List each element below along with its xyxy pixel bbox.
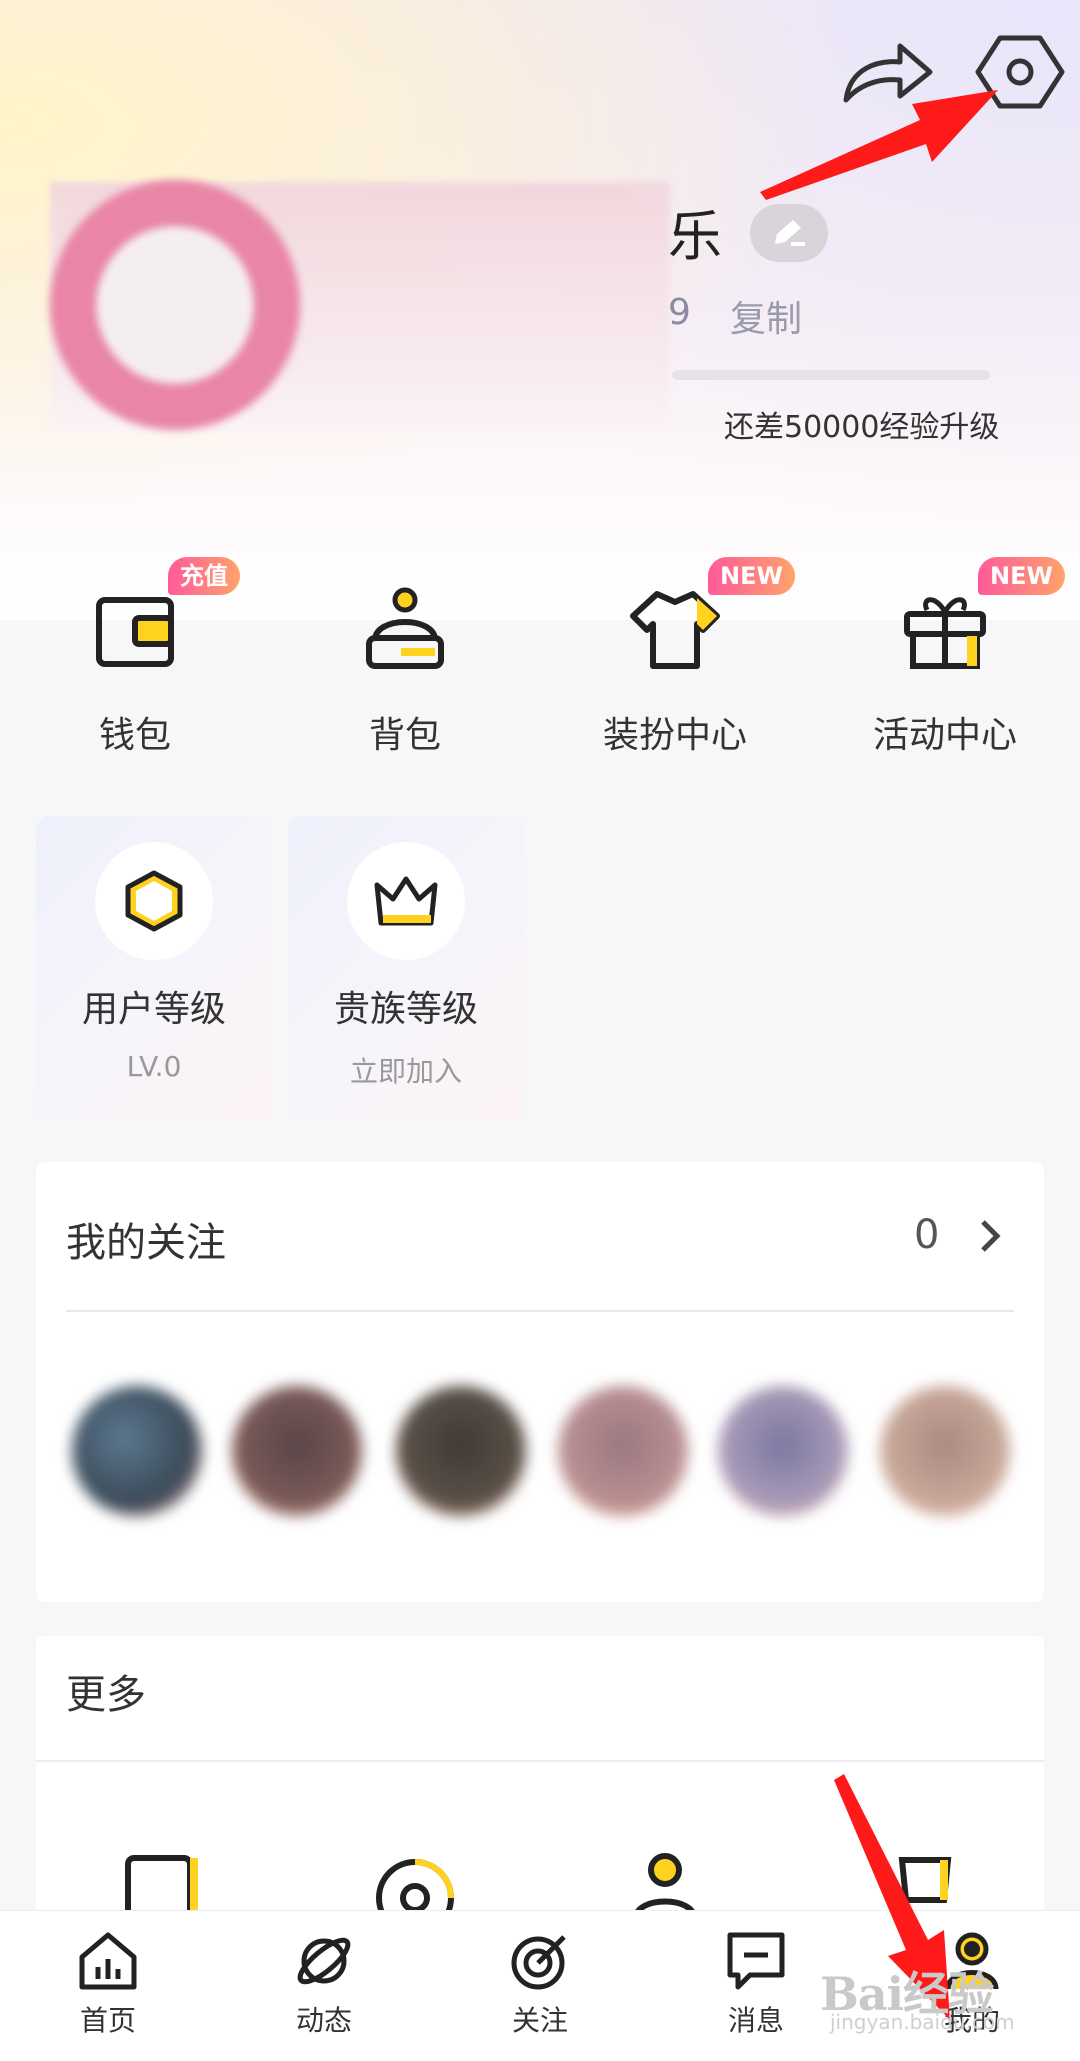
level-value: 立即加入: [349, 1055, 462, 1088]
noble-level-card[interactable]: 贵族等级 立即加入: [288, 816, 524, 1120]
edit-profile-button[interactable]: [750, 204, 828, 262]
shortcut-wallet[interactable]: 钱包: [35, 580, 235, 780]
backpack-icon: [366, 587, 444, 669]
level-value: LV.0: [126, 1050, 182, 1083]
shirt-icon: [630, 591, 720, 669]
copy-id-button[interactable]: 复制: [730, 290, 802, 342]
nav-label: 消息: [727, 2004, 784, 2037]
recharge-badge: 充值: [168, 557, 240, 595]
planet-icon: [297, 1937, 351, 1985]
my-follow-title[interactable]: 我的关注: [66, 1210, 226, 1268]
person-icon[interactable]: [620, 1848, 710, 1918]
followed-avatar[interactable]: [880, 1386, 1010, 1516]
followed-avatar[interactable]: [718, 1386, 848, 1516]
gear-icon[interactable]: [970, 30, 1070, 114]
crown-icon-circle: [347, 842, 465, 960]
shortcut-label: 活动中心: [872, 715, 1017, 756]
message-icon: [727, 1932, 785, 1990]
username: 乐: [668, 205, 722, 268]
level-title: 贵族等级: [333, 989, 478, 1030]
followed-avatar[interactable]: [396, 1386, 526, 1516]
shortcut-label: 装扮中心: [602, 715, 747, 756]
nav-messages[interactable]: 消息: [676, 1929, 836, 2039]
hexagon-icon: [125, 870, 183, 932]
divider: [66, 1310, 1014, 1312]
shortcut-backpack[interactable]: 背包: [305, 580, 505, 780]
user-level-card[interactable]: 用户等级 LV.0: [36, 816, 272, 1120]
trophy-icon[interactable]: [880, 1848, 970, 1918]
shortcut-dress-up-center[interactable]: 装扮中心: [575, 580, 775, 780]
level-title: 用户等级: [81, 989, 226, 1030]
user-id: 9: [668, 292, 691, 333]
crown-icon: [374, 876, 438, 926]
exp-remaining-text: 还差50000经验升级: [724, 410, 1000, 445]
nav-feed[interactable]: 动态: [244, 1929, 404, 2039]
pencil-icon: [775, 220, 805, 246]
more-title: 更多: [66, 1672, 146, 1718]
divider: [36, 1760, 1044, 1762]
nav-label: 动态: [295, 2004, 352, 2037]
home-chart-icon: [79, 1932, 137, 1990]
hexagon-icon-circle: [95, 842, 213, 960]
nav-home[interactable]: 首页: [28, 1929, 188, 2039]
shortcut-label: 背包: [368, 715, 441, 756]
nav-label: 首页: [79, 2004, 136, 2037]
watermark-url: jingyan.baidu.com: [830, 2010, 1015, 2034]
nav-follow[interactable]: 关注: [460, 1929, 620, 2039]
shortcut-activity-center[interactable]: 活动中心: [845, 580, 1045, 780]
nav-label: 关注: [511, 2004, 568, 2037]
followed-avatar[interactable]: [558, 1386, 688, 1516]
wallet-icon: [96, 597, 174, 667]
exp-progress-bar: [672, 370, 990, 380]
chevron-right-icon[interactable]: [975, 1216, 1005, 1256]
followed-avatar[interactable]: [72, 1386, 202, 1516]
new-badge: NEW: [978, 557, 1065, 595]
gift-icon: [904, 597, 986, 669]
new-badge: NEW: [708, 557, 795, 595]
followed-avatar[interactable]: [232, 1386, 362, 1516]
shortcut-label: 钱包: [98, 715, 171, 756]
share-icon[interactable]: [838, 38, 938, 108]
chat-icon[interactable]: [120, 1848, 210, 1918]
target-icon: [511, 1935, 566, 1990]
disc-icon[interactable]: [370, 1848, 460, 1918]
follow-count[interactable]: 0: [914, 1212, 939, 1258]
avatar[interactable]: [50, 180, 300, 430]
